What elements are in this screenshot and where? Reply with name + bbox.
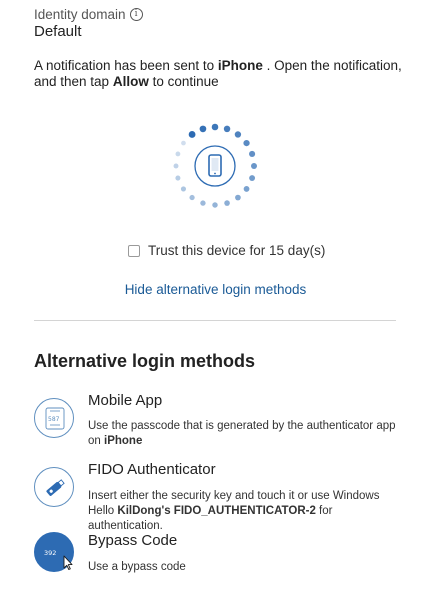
spinner-dot [243, 139, 250, 147]
spinner-dot [223, 125, 231, 133]
spinner-dot [211, 123, 219, 131]
spinner-dot [250, 162, 258, 170]
spinner-dot [181, 140, 186, 146]
notification-suffix: to continue [148, 74, 219, 89]
trust-device-label: Trust this device for 15 day(s) [148, 243, 326, 258]
identity-domain-label-text: Identity domain [34, 7, 126, 22]
waiting-spinner [173, 123, 258, 208]
spinner-dot [234, 131, 242, 138]
method-description: Use the passcode that is generated by th… [88, 419, 400, 449]
spinner-dot [224, 200, 230, 206]
section-divider [34, 320, 396, 321]
mouse-pointer-icon [63, 555, 73, 570]
notification-device: iPhone [217, 58, 263, 73]
method-title: Bypass Code [88, 532, 178, 549]
identity-domain-label: Identity domain i [34, 7, 143, 22]
spinner-dot [200, 200, 206, 206]
spinner-dot [175, 151, 181, 157]
spinner-dot [212, 202, 218, 208]
info-icon[interactable]: i [129, 8, 143, 21]
notification-prefix: A notification has been sent to [34, 58, 218, 73]
trust-device-option[interactable]: Trust this device for 15 day(s) [128, 243, 325, 258]
method-description: Insert either the security key and touch… [88, 489, 400, 534]
spinner-dot [180, 186, 187, 192]
method-description-device: iPhone [104, 435, 143, 447]
spinner-dot [188, 131, 196, 138]
bypass-code-icon: 392 [34, 532, 74, 572]
method-description-device: KilDong's FIDO_AUTHENTICATOR-2 [117, 505, 316, 517]
notification-action: Allow [112, 74, 149, 89]
hide-alternative-methods-link[interactable]: Hide alternative login methods [0, 282, 431, 297]
method-title: FIDO Authenticator [88, 461, 216, 478]
trust-device-checkbox[interactable] [128, 244, 140, 257]
spinner-dot [249, 175, 256, 182]
authenticator-app-icon: 587 [34, 398, 74, 438]
spinner-dot [249, 150, 256, 158]
spinner-dot [175, 175, 181, 181]
identity-domain-value: Default [34, 23, 82, 40]
alternative-methods-heading: Alternative login methods [34, 351, 256, 371]
spinner-dot [235, 194, 241, 201]
method-description-text: Use a bypass code [88, 561, 186, 573]
spinner-dot [243, 186, 250, 192]
security-key-icon [34, 467, 74, 507]
spinner-dot [173, 163, 179, 169]
method-description: Use a bypass code [88, 560, 400, 575]
spinner-dot [189, 194, 195, 201]
spinner-dot [199, 125, 207, 133]
authenticator-app-icon-code: 587 [48, 416, 60, 423]
notification-message: A notification has been sent to iPhone .… [34, 58, 404, 90]
method-title: Mobile App [88, 392, 163, 409]
bypass-code-icon-code: 392 [44, 549, 56, 557]
